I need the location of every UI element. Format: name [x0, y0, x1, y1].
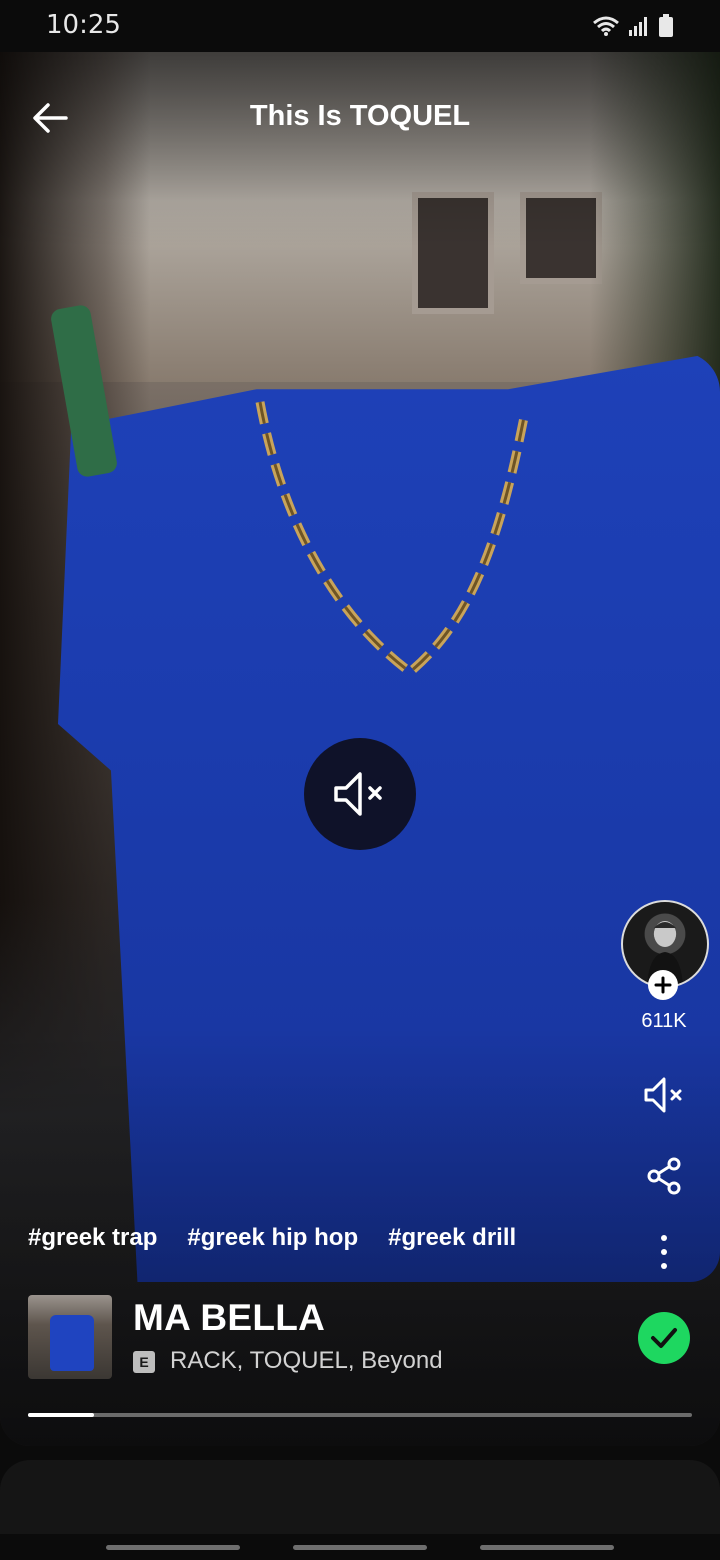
- track-title[interactable]: MA BELLA: [133, 1297, 325, 1339]
- battery-icon: [659, 14, 673, 37]
- explicit-badge: E: [133, 1351, 155, 1373]
- saved-to-library-button[interactable]: [638, 1312, 690, 1364]
- center-mute-button[interactable]: [304, 738, 416, 850]
- more-options-button[interactable]: [640, 1228, 688, 1276]
- track-info-row[interactable]: MA BELLA E RACK, TOQUEL, Beyond: [28, 1295, 692, 1381]
- hashtag[interactable]: #greek trap: [28, 1224, 157, 1252]
- nav-home[interactable]: [293, 1545, 427, 1550]
- next-video-card[interactable]: [0, 1460, 720, 1534]
- hashtag[interactable]: #greek drill: [388, 1224, 516, 1252]
- playback-progress-fill: [28, 1413, 95, 1417]
- page-title: This Is TOQUEL: [249, 100, 471, 132]
- volume-muted-icon: [644, 1077, 682, 1113]
- hashtag-list: #greek trap #greek hip hop #greek drill: [28, 1224, 516, 1252]
- wifi-icon: [593, 16, 619, 36]
- hashtag[interactable]: #greek hip hop: [187, 1224, 358, 1252]
- cover-shirt-image: [50, 1315, 94, 1371]
- playback-progress-bar[interactable]: [28, 1413, 692, 1417]
- followers-count: 611K: [641, 1010, 687, 1032]
- track-cover-art[interactable]: [28, 1295, 112, 1379]
- status-time: 10:25: [46, 10, 121, 40]
- check-circle-icon: [651, 1328, 677, 1348]
- status-bar: 10:25: [0, 0, 720, 52]
- nav-recents[interactable]: [106, 1545, 240, 1550]
- signal-icon: [629, 17, 647, 36]
- plus-icon: [654, 976, 672, 994]
- volume-muted-icon: [334, 772, 382, 816]
- system-navigation-bar: [0, 1534, 720, 1560]
- follow-artist-button[interactable]: [648, 970, 678, 1000]
- mute-button[interactable]: [640, 1071, 688, 1119]
- share-icon: [647, 1157, 681, 1195]
- share-button[interactable]: [640, 1152, 688, 1200]
- status-icons: [592, 14, 674, 38]
- track-artists[interactable]: RACK, TOQUEL, Beyond: [170, 1347, 443, 1375]
- nav-back[interactable]: [480, 1545, 614, 1550]
- more-vertical-icon: [661, 1235, 667, 1269]
